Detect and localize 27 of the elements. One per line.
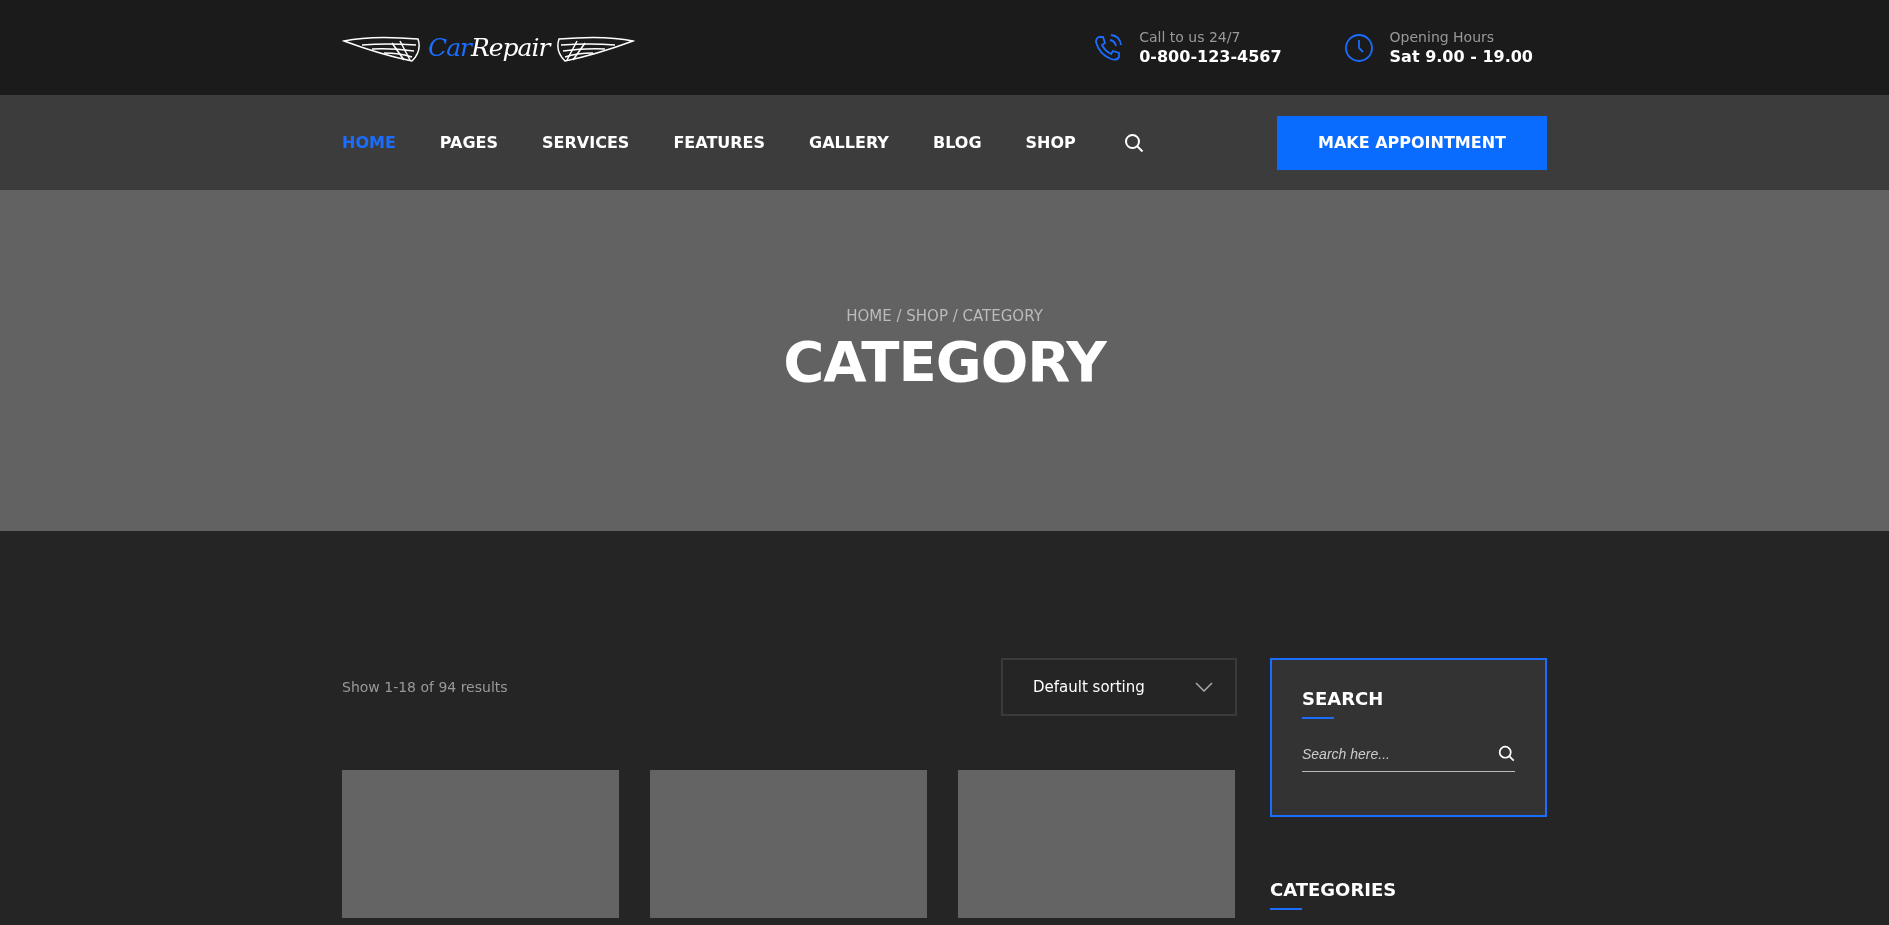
result-count: Show 1-18 of 94 results xyxy=(342,679,508,695)
appointment-button[interactable]: MAKE APPOINTMENT xyxy=(1277,115,1547,170)
phone-icon xyxy=(1093,32,1124,63)
nav-link[interactable]: SHOP xyxy=(1025,133,1076,152)
search-icon[interactable] xyxy=(1123,132,1144,153)
search-icon[interactable] xyxy=(1498,745,1515,762)
widget-title: CATEGORIES xyxy=(1270,879,1397,900)
chevron-down-icon xyxy=(1195,682,1213,692)
contact-label: Call to us 24/7 xyxy=(1139,29,1242,45)
page-title: CATEGORY xyxy=(783,329,1106,394)
nav-link[interactable]: PAGES xyxy=(439,133,499,152)
contact-label: Opening Hours xyxy=(1389,29,1496,45)
widget-title: SEARCH xyxy=(1302,688,1384,709)
nav-link[interactable]: FEATURES xyxy=(673,133,766,152)
contact-value: 0-800-123-4567 xyxy=(1139,47,1282,66)
nav-link[interactable]: SERVICES xyxy=(542,133,630,152)
search-field[interactable]: Search here... xyxy=(1302,745,1498,762)
nav-link[interactable]: BLOG xyxy=(932,133,982,152)
sort-dropdown[interactable]: Default sorting xyxy=(1001,658,1237,716)
contact-value: Sat 9.00 - 19.00 xyxy=(1389,47,1533,66)
nav-link[interactable]: GALLERY xyxy=(809,133,889,152)
breadcrumb: HOME / SHOP / CATEGORY xyxy=(846,307,1043,325)
clock-icon xyxy=(1343,32,1374,63)
image-placeholder[interactable] xyxy=(342,770,619,918)
image-placeholder[interactable] xyxy=(958,770,1235,918)
logo-text[interactable]: CarRepair xyxy=(428,33,550,62)
image-placeholder[interactable] xyxy=(650,770,927,918)
